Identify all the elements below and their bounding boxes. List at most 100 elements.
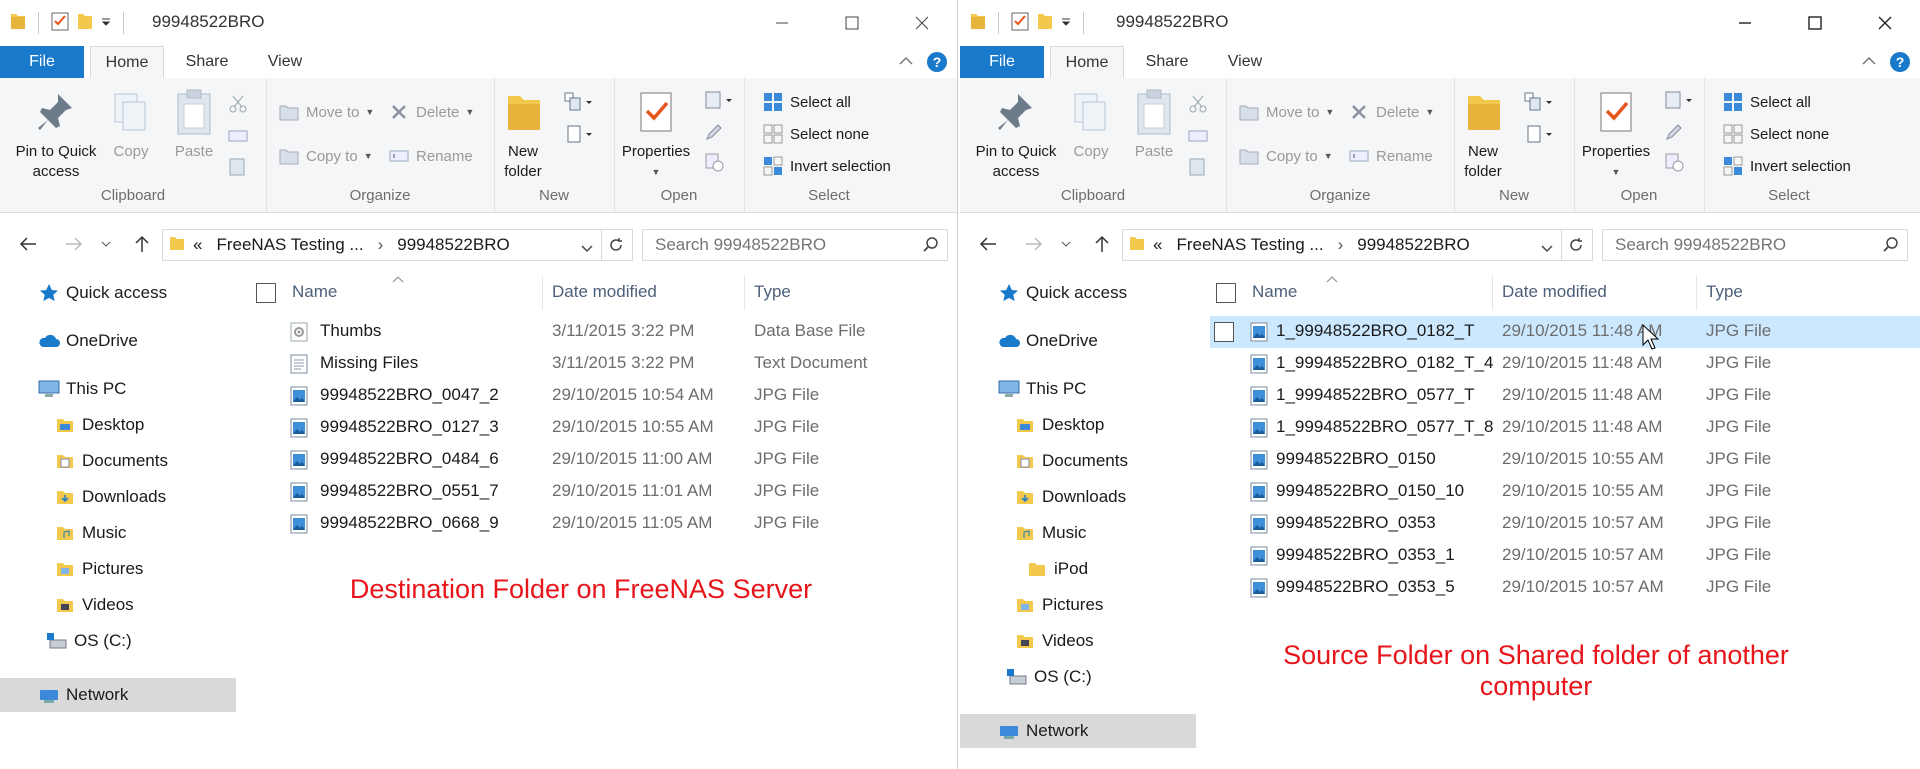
search-input[interactable]	[653, 234, 907, 256]
nav-downloads[interactable]: Downloads	[0, 480, 236, 514]
nav-os-c[interactable]: OS (C:)	[0, 624, 236, 658]
address-bar[interactable]: « FreeNAS Testing ... › 99948522BRO	[162, 229, 602, 261]
help-icon[interactable]: ?	[1890, 52, 1910, 72]
select-all-checkbox[interactable]	[256, 283, 276, 303]
copy-path-icon[interactable]	[1188, 124, 1208, 148]
table-row[interactable]: 99948522BRO_0484_6 29/10/2015 11:00 AM JPG…	[276, 444, 916, 476]
nav-music[interactable]: Music	[0, 516, 236, 550]
address-dropdown-icon[interactable]	[1541, 238, 1553, 258]
up-button[interactable]	[130, 232, 154, 256]
select-all-button[interactable]: Select all	[1722, 90, 1811, 114]
tab-home[interactable]: Home	[90, 46, 164, 80]
copy-button[interactable]: Copy	[106, 88, 156, 162]
nav-pictures[interactable]: Pictures	[960, 588, 1196, 622]
paste-button[interactable]: Paste	[166, 88, 222, 162]
tab-view[interactable]: View	[250, 46, 320, 78]
ribbon-collapse-icon[interactable]	[1862, 53, 1876, 71]
new-item-icon[interactable]	[1524, 90, 1554, 114]
new-folder-icon[interactable]	[77, 11, 93, 36]
open-icon[interactable]	[704, 88, 734, 112]
column-type[interactable]: Type	[754, 282, 791, 302]
maximize-button[interactable]	[1780, 0, 1850, 46]
table-row[interactable]: Thumbs 3/11/2015 3:22 PM Data Base File	[276, 316, 916, 348]
table-row[interactable]: 99948522BRO_0150_10 29/10/2015 10:55 AM JP…	[1210, 476, 1920, 508]
copy-button[interactable]: Copy	[1066, 88, 1116, 162]
column-type[interactable]: Type	[1706, 282, 1743, 302]
search-box[interactable]	[1602, 229, 1908, 261]
close-button[interactable]	[887, 0, 957, 46]
paste-shortcut-icon[interactable]	[1188, 154, 1206, 178]
recent-locations-button[interactable]	[1058, 232, 1074, 256]
rename-button[interactable]: Rename	[1348, 144, 1433, 168]
nav-network[interactable]: Network	[960, 714, 1196, 748]
breadcrumb-freenas[interactable]: FreeNAS Testing ...	[216, 235, 363, 255]
cut-icon[interactable]	[228, 92, 248, 116]
delete-button[interactable]: Delete ▼	[388, 100, 474, 124]
table-row[interactable]: 99948522BRO_0668_9 29/10/2015 11:05 AM JPG…	[276, 508, 916, 540]
table-row[interactable]: 1_99948522BRO_0577_T 29/10/2015 11:48 AM J…	[1210, 380, 1920, 412]
nav-pictures[interactable]: Pictures	[0, 552, 236, 586]
tab-share[interactable]: Share	[170, 46, 244, 78]
tab-view[interactable]: View	[1210, 46, 1280, 78]
up-button[interactable]	[1090, 232, 1114, 256]
back-button[interactable]	[16, 232, 40, 256]
nav-os-c[interactable]: OS (C:)	[960, 660, 1196, 694]
forward-button[interactable]	[1022, 232, 1046, 256]
table-row[interactable]: 99948522BRO_0353_1 29/10/2015 10:57 AM JPG…	[1210, 540, 1920, 572]
table-row[interactable]: Missing Files 3/11/2015 3:22 PM Text Docum…	[276, 348, 916, 380]
new-folder-button[interactable]: New folder	[500, 88, 546, 182]
table-row[interactable]: 1_99948522BRO_0182_T_4 29/10/2015 11:48 A…	[1210, 348, 1920, 380]
nav-documents[interactable]: Documents	[960, 444, 1196, 478]
tab-home[interactable]: Home	[1050, 46, 1124, 80]
refresh-button[interactable]	[600, 229, 633, 261]
copy-to-button[interactable]: Copy to ▼	[1238, 144, 1333, 168]
table-row[interactable]: 99948522BRO_0127_3 29/10/2015 10:55 AM JPG…	[276, 412, 916, 444]
customize-qat-icon[interactable]	[1061, 14, 1071, 32]
ribbon-collapse-icon[interactable]	[899, 53, 913, 71]
properties-icon[interactable]	[51, 11, 69, 36]
tab-file[interactable]: File	[0, 46, 84, 78]
breadcrumb-freenas[interactable]: FreeNAS Testing ...	[1176, 235, 1323, 255]
nav-videos[interactable]: Videos	[960, 624, 1196, 658]
nav-network[interactable]: Network	[0, 678, 236, 712]
copy-path-icon[interactable]	[228, 124, 248, 148]
edit-icon[interactable]	[1664, 120, 1684, 144]
select-none-button[interactable]: Select none	[1722, 122, 1829, 146]
select-none-button[interactable]: Select none	[762, 122, 869, 146]
nav-downloads[interactable]: Downloads	[960, 480, 1196, 514]
easy-access-icon[interactable]	[564, 122, 594, 146]
new-item-icon[interactable]	[564, 90, 594, 114]
nav-music[interactable]: Music	[960, 516, 1196, 550]
table-row[interactable]: 99948522BRO_0353_5 29/10/2015 10:57 AM JPG…	[1210, 572, 1920, 604]
history-icon[interactable]	[1664, 150, 1684, 174]
table-row[interactable]: 99948522BRO_0551_7 29/10/2015 11:01 AM JPG…	[276, 476, 916, 508]
pin-to-quick-access-button[interactable]: Pin to Quick access	[968, 88, 1064, 182]
help-icon[interactable]: ?	[927, 52, 947, 72]
new-folder-button[interactable]: New folder	[1460, 88, 1506, 182]
paste-button[interactable]: Paste	[1126, 88, 1182, 162]
new-folder-icon[interactable]	[1037, 11, 1053, 36]
nav-videos[interactable]: Videos	[0, 588, 236, 622]
pin-to-quick-access-button[interactable]: Pin to Quick access	[8, 88, 104, 182]
tab-file[interactable]: File	[960, 46, 1044, 78]
properties-icon[interactable]	[1011, 11, 1029, 36]
address-dropdown-icon[interactable]	[581, 238, 593, 258]
nav-ipod[interactable]: iPod	[960, 552, 1196, 586]
move-to-button[interactable]: Move to ▼	[1238, 100, 1334, 124]
column-name[interactable]: Name	[292, 282, 337, 302]
customize-qat-icon[interactable]	[101, 14, 111, 32]
edit-icon[interactable]	[704, 120, 724, 144]
nav-onedrive[interactable]: OneDrive	[960, 324, 1196, 358]
select-all-checkbox[interactable]	[1216, 283, 1236, 303]
delete-button[interactable]: Delete ▼	[1348, 100, 1434, 124]
cut-icon[interactable]	[1188, 92, 1208, 116]
breadcrumb-current[interactable]: 99948522BRO	[1357, 235, 1469, 255]
select-all-button[interactable]: Select all	[762, 90, 851, 114]
column-name[interactable]: Name	[1252, 282, 1297, 302]
rename-button[interactable]: Rename	[388, 144, 473, 168]
nav-this-pc[interactable]: This PC	[0, 372, 236, 406]
copy-to-button[interactable]: Copy to ▼	[278, 144, 373, 168]
history-icon[interactable]	[704, 150, 724, 174]
row-checkbox[interactable]	[1214, 322, 1234, 342]
invert-selection-button[interactable]: Invert selection	[762, 154, 891, 178]
